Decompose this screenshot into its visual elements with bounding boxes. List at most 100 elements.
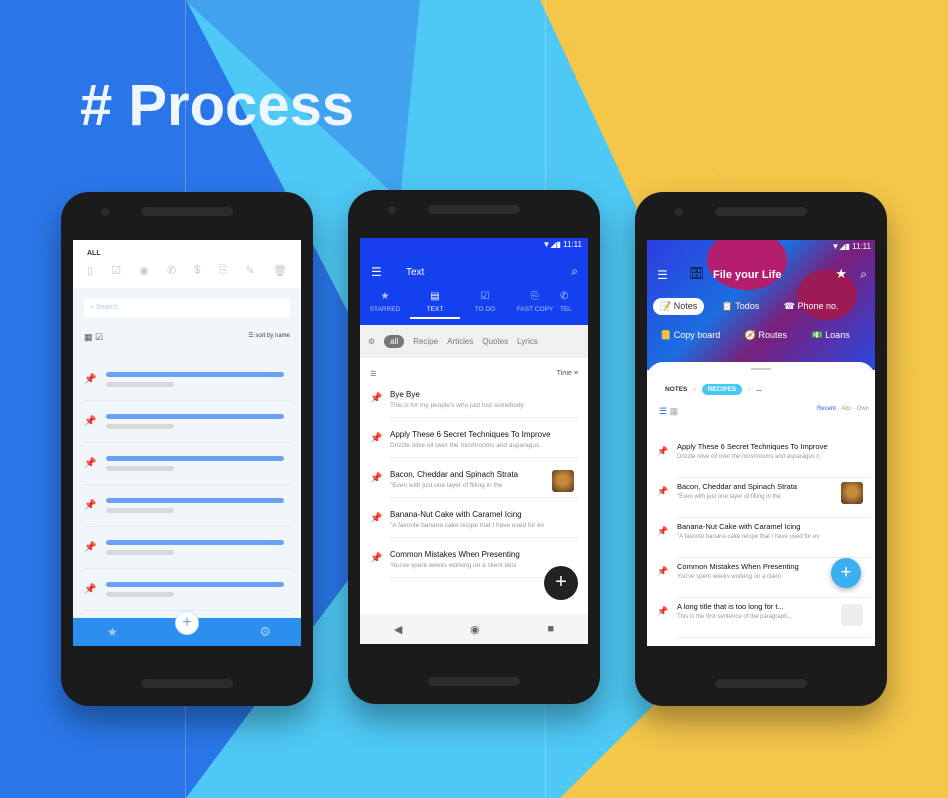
grid-view-icon[interactable]: ▦ (84, 332, 93, 342)
note-item[interactable]: 📌 Banana-Nut Cake with Caramel Icing "A f… (657, 518, 871, 558)
search-input[interactable]: ⌕ Search (84, 298, 290, 318)
pin-icon[interactable]: 📌 (370, 470, 390, 498)
list-view-icon[interactable]: ☰ (659, 406, 667, 416)
note-item[interactable]: 📌 Apply These 6 Secret Techniques To Imp… (360, 424, 588, 464)
pin-icon[interactable]: 📌 (657, 598, 677, 638)
pin-icon[interactable]: 📌 (84, 500, 106, 511)
back-icon[interactable]: ◀ (394, 623, 402, 636)
checkbox-icon[interactable]: ☑ (111, 264, 121, 277)
copy-icon[interactable]: ⎘ (219, 264, 228, 277)
pin-icon[interactable]: 📌 (84, 584, 106, 595)
camera (388, 206, 396, 214)
add-button[interactable]: + (831, 558, 861, 588)
chip-articles[interactable]: Articles (447, 337, 473, 346)
tab-fast-copy[interactable]: ⎘ FAST COPY (510, 291, 560, 319)
note-item[interactable]: 📌 Bacon, Cheddar and Spinach Strata "Even… (360, 464, 588, 504)
grid-view-icon[interactable]: ▦ (670, 406, 679, 416)
list-item[interactable]: 📌 (84, 527, 290, 569)
note-item[interactable]: 📌 Bacon, Cheddar and Spinach Strata "Even… (657, 478, 871, 518)
breadcrumb-notes[interactable]: NOTES (665, 386, 687, 393)
chip-all[interactable]: all (384, 335, 405, 348)
add-button[interactable]: + (175, 611, 199, 635)
document-icon[interactable]: ▯ (87, 264, 93, 277)
tab-starred[interactable]: ★ STARRED (360, 291, 410, 319)
screen-1: ALL ▯ ☑ ◉ ✆ $ ⎘ ✎ 🗑 ⌕ Search ▦ ☑ ☰ sort … (73, 240, 301, 646)
menu-icon[interactable]: ☰ (371, 265, 382, 279)
breadcrumb-more[interactable]: ... (756, 386, 761, 393)
phone-icon[interactable]: ✆ (167, 264, 176, 277)
pin-icon[interactable]: 📌 (370, 390, 390, 418)
pin-icon[interactable]: 📌 (84, 374, 106, 385)
sort-recent[interactable]: Recent (817, 406, 836, 412)
list-item[interactable]: 📌 (84, 569, 290, 611)
pin-icon[interactable]: 📌 (370, 510, 390, 538)
category-routes[interactable]: 🧭 Routes (738, 327, 794, 344)
select-icon[interactable]: ☑ (95, 332, 103, 342)
home-icon[interactable]: ◉ (470, 623, 480, 636)
list-item[interactable]: 📌 (84, 485, 290, 527)
phone-mockup-2: ▼◢▮ 11:11 ☰ Text ⌕ ★ STARRED ▤ TEXT ☑ TO DO… (348, 190, 600, 704)
pin-icon[interactable]: 📌 (657, 478, 677, 518)
pin-icon[interactable]: 📌 (84, 458, 106, 469)
checkbox-icon: ☑ (480, 291, 490, 302)
search-icon[interactable]: ⌕ (860, 267, 867, 282)
chip-lyrics[interactable]: Lyrics (517, 337, 538, 346)
note-item[interactable]: 📌 Apply These 6 Secret Techniques To Imp… (657, 438, 871, 478)
trash-icon[interactable]: 🗑 (273, 264, 287, 277)
tab-tel[interactable]: ✆ TEL (560, 291, 588, 319)
category-todos[interactable]: 📋 Todos (715, 298, 767, 315)
list-item[interactable]: 📌 (84, 401, 290, 443)
sort-own[interactable]: Own (857, 406, 869, 412)
note-item[interactable]: 📌 Banana-Nut Cake with Caramel Icing "A f… (360, 504, 588, 544)
chip-quotes[interactable]: Quotes (482, 337, 508, 346)
dollar-icon[interactable]: $ (194, 264, 200, 277)
compass-icon: 🧭 (744, 330, 756, 340)
speaker (715, 207, 807, 216)
tab-text[interactable]: ▤ TEXT (410, 291, 460, 319)
pin-icon[interactable]: 📌 (370, 430, 390, 458)
sort-abc[interactable]: Abc (841, 406, 851, 412)
list-item[interactable]: 📌 (84, 443, 290, 485)
breadcrumb-recipes[interactable]: RECIPES (701, 384, 743, 395)
pen-icon[interactable]: ✎ (246, 264, 255, 277)
sort-button[interactable]: Time ≡ (557, 370, 578, 378)
pin-icon[interactable]: 📌 (657, 518, 677, 558)
placeholder-line (106, 550, 174, 555)
note-snippet: Drizzle olive oil over the mushrooms and… (677, 454, 820, 460)
location-icon[interactable]: ◉ (139, 264, 149, 277)
chevron-right-icon: › (693, 386, 696, 393)
star-icon[interactable]: ★ (107, 625, 118, 639)
category-copy-board[interactable]: 📒 Copy board (653, 327, 727, 344)
category-phone[interactable]: ☎ Phone no. (777, 298, 846, 315)
note-snippet: "Even with just one layer of filling in … (390, 482, 503, 489)
note-item[interactable]: 📌 A long title that is too long for t...… (657, 598, 871, 638)
recents-icon[interactable]: ■ (547, 623, 554, 635)
phone-icon: ☎ (783, 301, 795, 311)
note-snippet: This is for my people's who just lost so… (390, 402, 524, 409)
star-icon[interactable]: ★ (835, 266, 847, 282)
search-placeholder: Search (95, 304, 119, 311)
note-snippet: Drizzle olive oil over the mushrooms and… (390, 442, 540, 449)
copy-icon: 📒 (660, 330, 672, 340)
search-icon[interactable]: ⌕ (571, 264, 578, 279)
pin-icon[interactable]: 📌 (84, 542, 106, 553)
pin-icon[interactable]: 📌 (657, 438, 677, 478)
document-icon: ▤ (430, 291, 440, 302)
list-view-icon[interactable]: ☰ (370, 370, 376, 378)
category-notes[interactable]: 📝 Notes (653, 298, 705, 315)
add-button[interactable]: + (544, 566, 578, 600)
pin-icon[interactable]: 📌 (370, 550, 390, 578)
chip-recipe[interactable]: Recipe (413, 337, 438, 346)
signal-icon: ▼◢▮ (831, 242, 850, 251)
list-item[interactable]: 📌 (84, 359, 290, 401)
sort-button[interactable]: ☰ sort by name (248, 332, 290, 343)
menu-icon[interactable]: ☰ (657, 268, 668, 282)
note-item[interactable]: 📌 Bye Bye This is for my people's who jus… (360, 384, 588, 424)
gear-icon[interactable]: ⚙ (368, 337, 375, 346)
tab-todo[interactable]: ☑ TO DO (460, 291, 510, 319)
gear-icon[interactable]: ⚙ (259, 624, 271, 640)
category-loans[interactable]: 💵 Loans (804, 327, 856, 344)
drag-handle[interactable] (751, 368, 771, 370)
pin-icon[interactable]: 📌 (84, 416, 106, 427)
pin-icon[interactable]: 📌 (657, 558, 677, 598)
